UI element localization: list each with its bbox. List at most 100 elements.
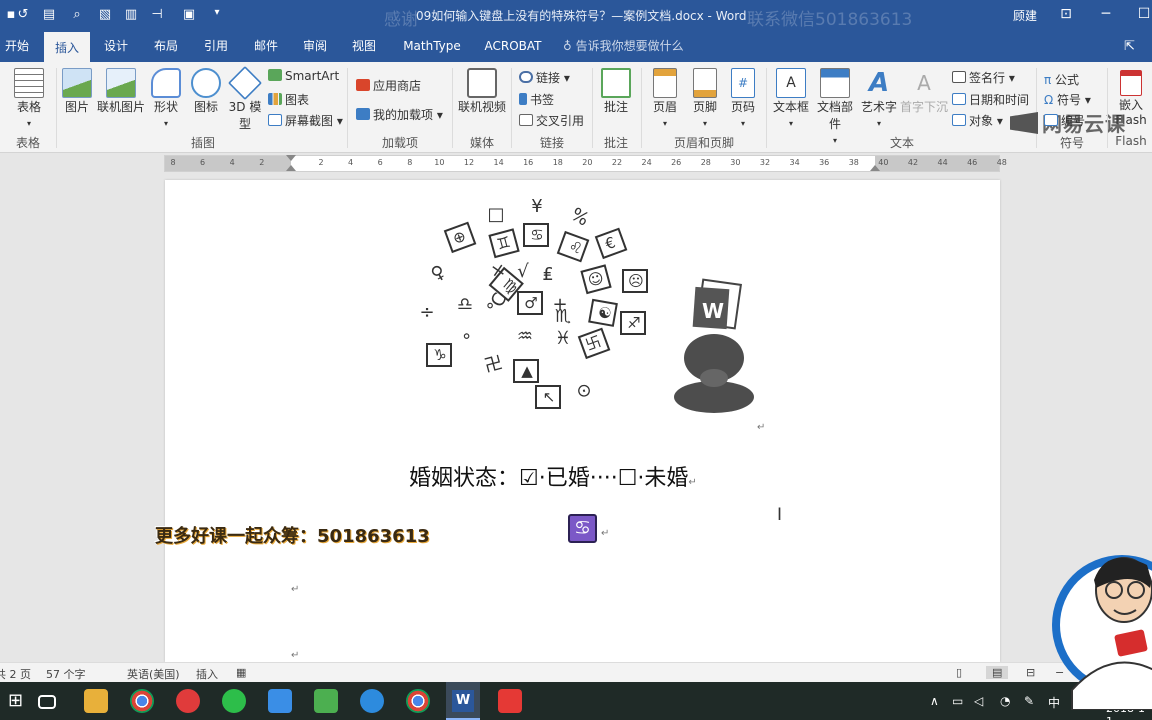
chart-button[interactable]: 图表 — [268, 91, 309, 108]
qq-browser-icon[interactable] — [360, 689, 384, 713]
equation-button[interactable]: π 公式 — [1044, 71, 1079, 88]
drop-cap-button[interactable]: A 首字下沉 — [900, 68, 948, 115]
netease-music-icon[interactable] — [176, 689, 200, 713]
marital-status-line[interactable]: 婚姻状态：☑·已婚····☐·未婚↵ — [409, 460, 697, 492]
user-name[interactable]: 顾建 — [1013, 7, 1037, 24]
task-view-icon[interactable] — [38, 695, 56, 709]
number-icon — [1044, 114, 1058, 126]
maximize-icon[interactable]: ☐ — [1134, 6, 1152, 22]
ruler-tick-label: 30 — [730, 158, 741, 167]
wordart-button[interactable]: A 艺术字 ▾ — [860, 68, 898, 129]
page-number-icon: # — [731, 68, 755, 98]
tab-acrobat[interactable]: ACROBAT — [478, 32, 548, 62]
document-page[interactable]: □ ¥% ⊕ ♊ ♋ ♌ € √ × ♀ ♍ ₤ ☺ ☹ ÷ ♂ + ♎ ℃ ♏ ☯ ♐ ° ♒ ♓ ♑ 卐卍 ▲ ↖ ⊙ W ↵ ↵ ↵ — [165, 180, 1000, 662]
table-button[interactable]: 表格 ▾ — [8, 68, 50, 129]
customize-qa-icon[interactable]: ▾ — [208, 7, 226, 18]
bookmark-button[interactable]: 书签 — [519, 91, 554, 108]
baidu-netdisk-icon[interactable] — [268, 689, 292, 713]
quick-access-icon-3[interactable]: ▥ — [122, 7, 140, 22]
tray-app-icon[interactable]: ▭ — [952, 694, 963, 708]
volume-icon[interactable]: ◁ — [974, 694, 983, 708]
chrome-2-icon[interactable] — [406, 689, 430, 713]
3d-models-button[interactable]: 3D 模型 — [226, 66, 264, 132]
file-explorer-icon[interactable] — [84, 689, 108, 713]
right-indent-marker[interactable] — [870, 165, 880, 171]
tab-design[interactable]: 设计 — [98, 32, 134, 62]
smartart-button[interactable]: SmartArt — [268, 69, 339, 83]
wechat-icon[interactable] — [222, 689, 246, 713]
promo-watermark: 更多好课一起众筹：501863613 — [155, 526, 430, 547]
ruler-tick-label: 32 — [759, 158, 771, 167]
signature-line-label: 签名行 — [969, 71, 1006, 85]
pictures-button[interactable]: 图片 — [60, 68, 94, 115]
print-layout-icon[interactable]: ▤ — [986, 666, 1009, 679]
object-icon — [952, 114, 966, 126]
symbol-button[interactable]: Ω 符号 ▾ — [1044, 91, 1091, 108]
signature-line-button[interactable]: 签名行 ▾ — [952, 69, 1015, 86]
first-line-indent-marker[interactable] — [286, 155, 296, 161]
shapes-button[interactable]: 形状 ▾ — [148, 68, 184, 129]
quick-access-icon-2[interactable]: ▧ — [96, 7, 114, 22]
page-count[interactable]: 第 2 页，共 2 页 — [0, 666, 31, 682]
tab-view[interactable]: 视图 — [346, 32, 382, 62]
comment-button[interactable]: 批注 — [598, 68, 634, 115]
macro-icon[interactable]: ▦ — [236, 666, 246, 679]
scattered-symbol: ♊ — [495, 233, 513, 254]
tab-references[interactable]: 引用 — [198, 32, 234, 62]
quick-access-icon-5[interactable]: ▣ — [180, 7, 198, 22]
online-pictures-button[interactable]: 联机图片 — [96, 68, 146, 115]
tab-layout[interactable]: 布局 — [148, 32, 184, 62]
cross-reference-button[interactable]: 交叉引用 — [519, 112, 584, 129]
tray-expand-icon[interactable]: ∧ — [930, 694, 939, 708]
word-taskbar-button[interactable]: W — [446, 682, 480, 720]
store-button[interactable]: 应用商店 — [356, 77, 421, 94]
undo-icon[interactable]: ↺ — [14, 7, 32, 22]
icons-button[interactable]: 图标 — [188, 68, 224, 115]
network-icon[interactable]: ◔ — [1000, 694, 1010, 708]
camtasia-recorder-icon[interactable] — [498, 689, 522, 713]
language[interactable]: 英语(美国) — [127, 666, 180, 682]
link-button[interactable]: 链接 ▾ — [519, 69, 570, 86]
cancer-zodiac-symbol[interactable]: ♋ — [568, 514, 597, 543]
footer-button[interactable]: 页脚 ▾ — [688, 68, 722, 129]
scattered-symbol: ♂ — [524, 294, 537, 312]
screenshot-button[interactable]: 屏幕截图 ▾ — [268, 112, 343, 129]
camtasia-icon[interactable] — [314, 689, 338, 713]
date-time-button[interactable]: 日期和时间 — [952, 91, 1029, 108]
tab-review[interactable]: 审阅 — [297, 32, 333, 62]
word-logo-letter: W — [702, 299, 724, 323]
tell-me-search[interactable]: ♁ 告诉我你想要做什么 — [563, 32, 684, 62]
embed-flash-button[interactable]: 嵌入 Flash — [1112, 70, 1150, 127]
insert-mode[interactable]: 插入 — [196, 666, 218, 682]
left-indent-marker[interactable] — [286, 165, 296, 171]
pen-icon[interactable]: ✎ — [1024, 694, 1034, 708]
scattered-symbol: × — [489, 259, 508, 282]
text-box-button[interactable]: A 文本框 ▾ — [772, 68, 810, 129]
print-preview-icon[interactable]: ⌕ — [68, 7, 86, 22]
quick-access-icon-4[interactable]: ⊣ — [148, 7, 166, 22]
word-count[interactable]: 57 个字 — [46, 666, 86, 682]
store-label: 应用商店 — [373, 79, 422, 93]
object-button[interactable]: 对象 ▾ — [952, 112, 1003, 129]
share-icon[interactable]: ⇱ — [1124, 32, 1135, 62]
web-layout-icon[interactable]: ⊟ — [1026, 666, 1035, 679]
tab-mathtype[interactable]: MathType — [396, 32, 468, 62]
ribbon-display-options-icon[interactable]: ⊡ — [1056, 6, 1076, 22]
quick-access-icon-1[interactable]: ▤ — [40, 7, 58, 22]
horizontal-ruler[interactable]: 8 6 4 2 2 4 6 8 10 12 14 16 18 20 22 24 26 28 30 32 34 36 38 40… — [164, 155, 1007, 172]
online-video-label: 联机视频 — [457, 100, 506, 114]
minimize-icon[interactable]: ─ — [1096, 6, 1116, 22]
number-button[interactable]: 编号 — [1044, 112, 1085, 129]
chrome-icon[interactable] — [130, 689, 154, 713]
header-button[interactable]: 页眉 ▾ — [648, 68, 682, 129]
picture-icon — [62, 68, 92, 98]
tab-insert[interactable]: 插入 — [44, 32, 90, 62]
group-label-comments: 批注 — [603, 136, 628, 150]
tab-mailings[interactable]: 邮件 — [248, 32, 284, 62]
online-video-button[interactable]: 联机视频 — [456, 68, 508, 115]
read-mode-icon[interactable]: ▯ — [956, 666, 962, 679]
page-number-button[interactable]: # 页码 ▾ — [726, 68, 760, 129]
tab-home[interactable]: 开始 — [0, 32, 34, 62]
windows-start-icon[interactable]: ⊞ — [8, 689, 30, 713]
my-addins-button[interactable]: 我的加载项 ▾ — [356, 106, 443, 123]
